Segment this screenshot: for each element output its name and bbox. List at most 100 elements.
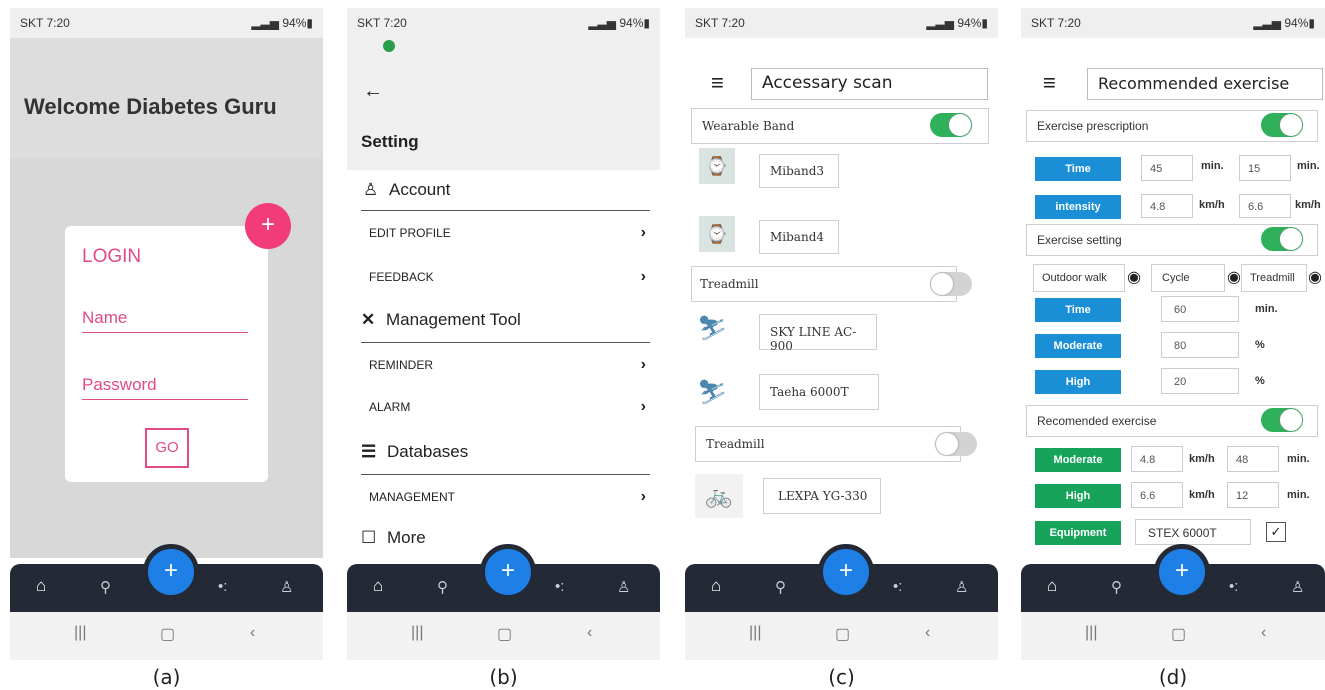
- section-account: ♙ Account: [363, 180, 451, 199]
- recent-apps-button[interactable]: |||: [74, 624, 86, 642]
- radio-outdoor-walk[interactable]: ◉: [1127, 267, 1141, 287]
- chevron-right-icon: ›: [640, 488, 646, 505]
- add-button[interactable]: +: [480, 544, 536, 600]
- rec-high-speed[interactable]: 6.6: [1131, 482, 1183, 508]
- exercise-prescription-toggle[interactable]: [1261, 113, 1303, 137]
- search-icon[interactable]: ⚲: [1111, 578, 1122, 596]
- device-miband4[interactable]: Miband4: [759, 220, 839, 254]
- recommended-exercise-toggle[interactable]: [1261, 408, 1303, 432]
- treadmill-icon: ⛷: [697, 379, 728, 406]
- equipment-value[interactable]: STEX 6000T: [1135, 519, 1251, 545]
- home-icon[interactable]: ⌂: [373, 576, 383, 596]
- device-miband3[interactable]: Miband3: [759, 154, 839, 188]
- home-button[interactable]: ▢: [835, 624, 850, 644]
- back-arrow-icon[interactable]: ←: [363, 80, 383, 103]
- back-button[interactable]: ‹: [1261, 624, 1266, 642]
- treadmill-row-2: Treadmill: [695, 426, 961, 462]
- menu-item-alarm[interactable]: ALARM ›: [347, 394, 660, 424]
- add-button[interactable]: +: [1154, 544, 1210, 600]
- radio-treadmill[interactable]: ◉: [1308, 267, 1322, 287]
- add-button[interactable]: +: [143, 544, 199, 600]
- signal-icon: ▂▃▅: [588, 16, 620, 30]
- phone-screen-a: SKT 7:20 ▂▃▅ 94%▮ Welcome Diabetes Guru …: [10, 8, 323, 660]
- recent-apps-button[interactable]: |||: [749, 624, 761, 642]
- user-icon[interactable]: ♙: [1291, 578, 1304, 596]
- recent-apps-button[interactable]: |||: [1085, 624, 1097, 642]
- time-value-1[interactable]: 45: [1141, 155, 1193, 181]
- wearable-band-toggle[interactable]: [930, 113, 972, 137]
- recent-apps-button[interactable]: |||: [411, 624, 423, 642]
- bike-icon: 🚲: [695, 474, 743, 518]
- equipment-checkbox[interactable]: ✓: [1266, 522, 1286, 542]
- name-field[interactable]: Name: [82, 308, 248, 333]
- watch-icon: ⌚: [699, 216, 735, 252]
- person-icon: ♙: [363, 180, 379, 199]
- home-icon[interactable]: ⌂: [1047, 576, 1057, 596]
- back-button[interactable]: ‹: [250, 624, 255, 642]
- exercise-setting-toggle[interactable]: [1261, 227, 1303, 251]
- go-button[interactable]: GO: [145, 428, 189, 468]
- time-value-2[interactable]: 15: [1239, 155, 1291, 181]
- moderate-value[interactable]: 80: [1161, 332, 1239, 358]
- caption-b: (b): [489, 665, 518, 689]
- device-sky-line[interactable]: SKY LINE AC-900: [759, 314, 877, 353]
- chevron-right-icon: ›: [640, 224, 646, 241]
- menu-item-feedback[interactable]: FEEDBACK ›: [347, 264, 660, 294]
- menu-item-reminder[interactable]: REMINDER ›: [347, 352, 660, 382]
- system-nav: ||| ▢ ‹: [1021, 612, 1325, 660]
- dots-icon[interactable]: •:: [1229, 578, 1238, 595]
- add-button[interactable]: +: [818, 544, 874, 600]
- status-battery: ▂▃▅ 94%▮: [251, 16, 313, 30]
- database-icon: ☰: [361, 442, 377, 461]
- time-unit-2: min.: [1297, 160, 1320, 172]
- add-icon: +: [838, 557, 853, 584]
- rec-high-minutes[interactable]: 12: [1227, 482, 1279, 508]
- treadmill-toggle[interactable]: [930, 272, 972, 296]
- status-carrier-time: SKT 7:20: [357, 16, 407, 30]
- radio-cycle[interactable]: ◉: [1227, 267, 1241, 287]
- menu-icon[interactable]: ≡: [1043, 70, 1056, 96]
- add-fab[interactable]: +: [245, 203, 291, 249]
- battery-icon: ▮: [643, 16, 650, 30]
- search-icon[interactable]: ⚲: [100, 578, 111, 596]
- search-icon[interactable]: ⚲: [437, 578, 448, 596]
- rec-moderate-min-unit: min.: [1287, 453, 1310, 465]
- mode-cycle[interactable]: Cycle: [1151, 264, 1225, 292]
- dots-icon[interactable]: •:: [218, 578, 227, 595]
- high-value[interactable]: 20: [1161, 368, 1239, 394]
- dots-icon[interactable]: •:: [893, 578, 902, 595]
- rec-moderate-minutes[interactable]: 48: [1227, 446, 1279, 472]
- password-field[interactable]: Password: [82, 375, 248, 400]
- rec-moderate-speed[interactable]: 4.8: [1131, 446, 1183, 472]
- device-taeha[interactable]: Taeha 6000T: [759, 374, 879, 410]
- signal-icon: ▂▃▅: [1253, 16, 1285, 30]
- mode-treadmill[interactable]: Treadmill: [1241, 264, 1307, 292]
- home-icon[interactable]: ⌂: [36, 576, 46, 596]
- home-icon[interactable]: ⌂: [711, 576, 721, 596]
- setting-time-value[interactable]: 60: [1161, 296, 1239, 322]
- device-lexpa[interactable]: LEXPA YG-330: [763, 478, 881, 514]
- menu-item-management[interactable]: MANAGEMENT ›: [347, 484, 660, 514]
- home-button[interactable]: ▢: [497, 624, 512, 644]
- page-title: Setting: [361, 132, 419, 151]
- rec-moderate-speed-unit: km/h: [1189, 453, 1215, 465]
- user-icon[interactable]: ♙: [280, 578, 293, 596]
- search-icon[interactable]: ⚲: [775, 578, 786, 596]
- dots-icon[interactable]: •:: [555, 578, 564, 595]
- back-button[interactable]: ‹: [587, 624, 592, 642]
- intensity-value-2[interactable]: 6.6: [1239, 194, 1291, 218]
- intensity-value-1[interactable]: 4.8: [1141, 194, 1193, 218]
- back-button[interactable]: ‹: [925, 624, 930, 642]
- setting-time-label: Time: [1035, 298, 1121, 322]
- mode-outdoor-walk[interactable]: Outdoor walk: [1033, 264, 1125, 292]
- user-icon[interactable]: ♙: [617, 578, 630, 596]
- home-button[interactable]: ▢: [1171, 624, 1186, 644]
- status-bar: SKT 7:20 ▂▃▅ 94%▮: [1021, 8, 1325, 38]
- home-button[interactable]: ▢: [160, 624, 175, 644]
- menu-icon[interactable]: ≡: [711, 70, 724, 96]
- treadmill-toggle-2[interactable]: [935, 432, 977, 456]
- menu-item-edit-profile[interactable]: EDIT PROFILE ›: [347, 220, 660, 250]
- user-icon[interactable]: ♙: [955, 578, 968, 596]
- status-carrier-time: SKT 7:20: [695, 16, 745, 30]
- status-bar: SKT 7:20 ▂▃▅ 94%▮: [685, 8, 998, 38]
